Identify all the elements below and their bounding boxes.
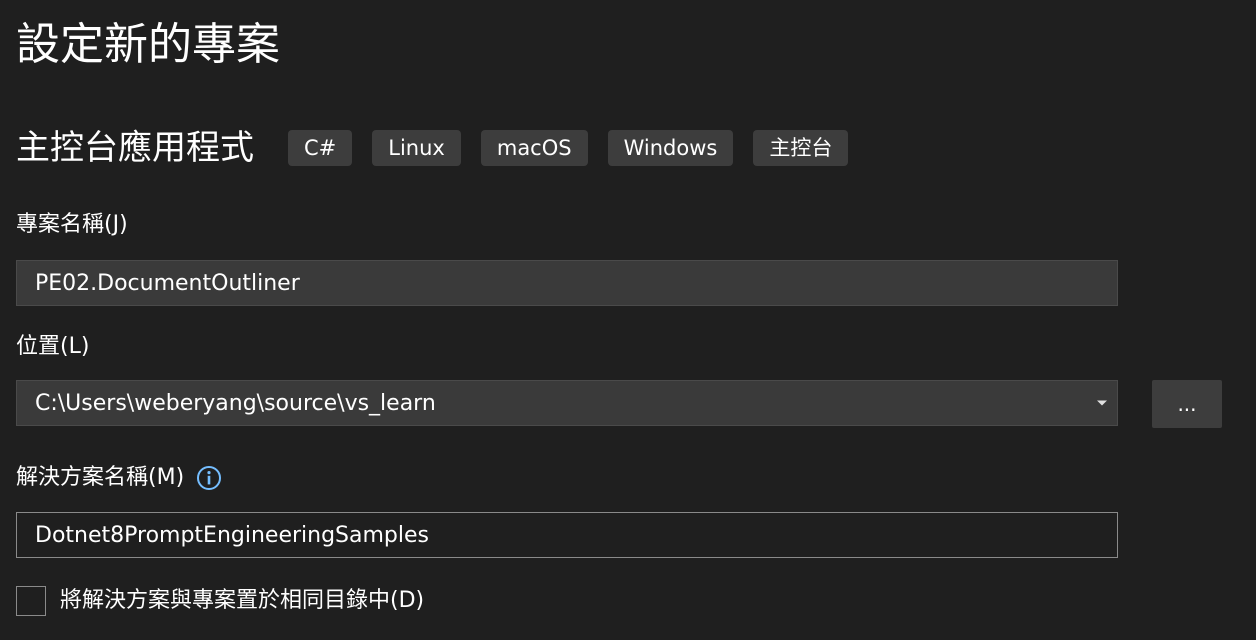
- solution-name-label: 解決方案名稱(M): [16, 465, 185, 490]
- chevron-down-icon[interactable]: [1087, 380, 1117, 426]
- template-name: 主控台應用程式: [16, 128, 254, 168]
- location-combobox[interactable]: C:\Users\weberyang\source\vs_learn: [16, 380, 1118, 426]
- page-title: 設定新的專案: [16, 19, 280, 70]
- solution-name-label-row: 解決方案名稱(M): [16, 462, 222, 494]
- info-icon[interactable]: [196, 465, 222, 491]
- solution-name-input[interactable]: [16, 512, 1118, 558]
- tag-macos: macOS: [480, 130, 588, 166]
- location-value[interactable]: C:\Users\weberyang\source\vs_learn: [17, 391, 1087, 416]
- same-directory-option[interactable]: 將解決方案與專案置於相同目錄中(D): [16, 585, 424, 617]
- tag-csharp: C#: [288, 130, 353, 166]
- location-label: 位置(L): [16, 334, 90, 359]
- project-name-label: 專案名稱(J): [16, 212, 128, 237]
- project-name-input[interactable]: [16, 260, 1118, 306]
- same-directory-label[interactable]: 將解決方案與專案置於相同目錄中(D): [60, 585, 424, 617]
- tag-windows: Windows: [607, 130, 734, 166]
- tag-linux: Linux: [372, 130, 461, 166]
- template-header: 主控台應用程式 C# Linux macOS Windows 主控台: [16, 124, 868, 172]
- same-directory-checkbox[interactable]: [16, 586, 46, 616]
- browse-button[interactable]: ...: [1152, 380, 1222, 428]
- tag-console: 主控台: [753, 130, 849, 166]
